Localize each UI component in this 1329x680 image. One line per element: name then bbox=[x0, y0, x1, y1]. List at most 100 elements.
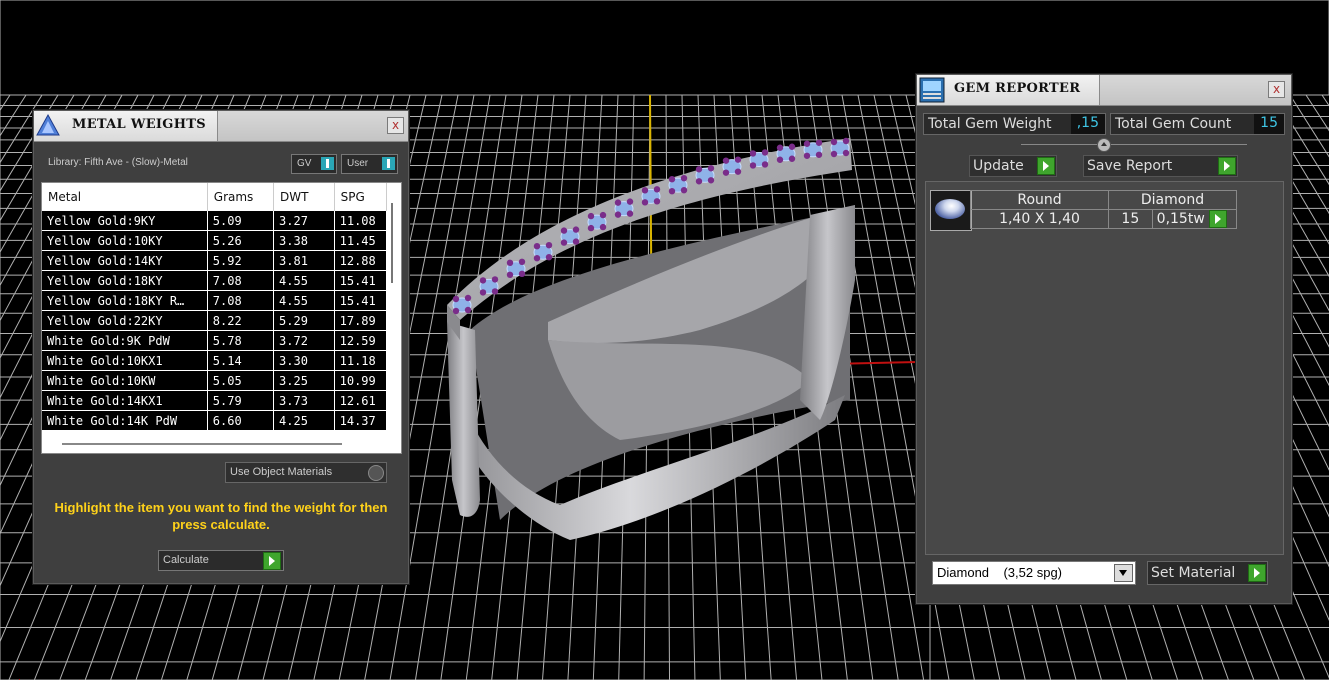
table-row[interactable]: White Gold:14K PdW 6.60 4.25 14.37 bbox=[42, 410, 388, 431]
cell-grams: 6.60 bbox=[207, 410, 275, 431]
prong bbox=[815, 151, 823, 158]
prong bbox=[749, 150, 757, 157]
cell-grams: 7.08 bbox=[207, 290, 275, 311]
cell-dwt: 3.38 bbox=[273, 230, 335, 251]
cell-dwt: 5.29 bbox=[273, 310, 335, 331]
cell-metal: Yellow Gold:18KY R… bbox=[42, 290, 208, 311]
prong bbox=[518, 270, 526, 278]
gv-toggle[interactable]: GV bbox=[291, 154, 337, 174]
total-gem-count-label: Total Gem Count bbox=[1115, 116, 1232, 132]
prong bbox=[707, 165, 715, 172]
cell-spg: 15.41 bbox=[334, 290, 388, 311]
metal-weights-close-button[interactable]: x bbox=[387, 117, 404, 134]
prong bbox=[842, 137, 850, 145]
column-header-spg[interactable]: SPG bbox=[334, 183, 388, 211]
cell-grams: 5.09 bbox=[207, 211, 275, 231]
gem-reporter-icon bbox=[919, 77, 945, 103]
prong bbox=[599, 223, 607, 231]
play-arrow-icon bbox=[1218, 157, 1236, 175]
play-arrow-icon bbox=[1209, 210, 1228, 228]
prong bbox=[545, 241, 553, 249]
cell-metal: White Gold:10KX1 bbox=[42, 350, 208, 371]
cell-spg: 12.61 bbox=[334, 390, 388, 411]
prong bbox=[452, 307, 460, 315]
gem-list[interactable]: Round Diamond 1,40 X 1,40 15 0,15tw bbox=[925, 181, 1284, 555]
gem-reporter-titlebar[interactable]: GEM REPORTER x bbox=[917, 75, 1291, 106]
prong bbox=[695, 166, 703, 173]
column-header-dwt[interactable]: DWT bbox=[273, 183, 335, 211]
table-horizontal-scrollbar[interactable] bbox=[62, 443, 342, 445]
metal-table[interactable]: Metal Grams DWT SPG Yellow Gold:9KY 5.09 3… bbox=[41, 182, 402, 454]
set-material-label: Set Material bbox=[1151, 565, 1236, 581]
material-select[interactable]: Diamond (3,52 spg) bbox=[932, 561, 1136, 585]
library-label: Library: Fifth Ave - (Slow)-Metal bbox=[48, 157, 188, 168]
svg-text:.: . bbox=[18, 672, 21, 680]
metal-weights-titlebar[interactable]: METAL WEIGHTS x bbox=[34, 111, 408, 142]
cell-dwt: 4.55 bbox=[273, 290, 335, 311]
prong bbox=[653, 198, 661, 205]
user-toggle[interactable]: User bbox=[341, 154, 398, 174]
prong bbox=[614, 211, 622, 218]
prong bbox=[803, 152, 811, 159]
prong bbox=[479, 289, 487, 296]
gem-row-table[interactable]: Round Diamond 1,40 X 1,40 15 0,15tw bbox=[970, 190, 1238, 229]
total-gem-weight-label: Total Gem Weight bbox=[928, 116, 1052, 132]
prong bbox=[668, 187, 676, 195]
user-toggle-label: User bbox=[347, 158, 369, 169]
use-object-materials-toggle[interactable]: Use Object Materials bbox=[225, 462, 387, 483]
metal-weights-panel: METAL WEIGHTS x Library: Fifth Ave - (Sl… bbox=[33, 110, 409, 584]
table-vertical-scrollbar[interactable] bbox=[391, 203, 393, 283]
cell-grams: 5.26 bbox=[207, 230, 275, 251]
cell-dwt: 3.30 bbox=[273, 350, 335, 371]
prong bbox=[491, 288, 499, 295]
table-row[interactable]: Yellow Gold:14KY 5.92 3.81 12.88 bbox=[42, 250, 388, 271]
column-header-metal[interactable]: Metal bbox=[42, 183, 208, 211]
table-row[interactable]: Yellow Gold:18KY 7.08 4.55 15.41 bbox=[42, 270, 388, 291]
round-gem-icon[interactable] bbox=[930, 190, 972, 231]
prong bbox=[761, 161, 769, 168]
gem-shape: Round bbox=[970, 190, 1109, 210]
save-report-button[interactable]: Save Report bbox=[1083, 155, 1238, 177]
prong bbox=[479, 277, 487, 284]
gem-weight-cell[interactable]: 0,15tw bbox=[1151, 209, 1238, 229]
table-row[interactable]: White Gold:9K PdW 5.78 3.72 12.59 bbox=[42, 330, 388, 351]
calculate-button[interactable]: Calculate bbox=[158, 550, 284, 571]
cell-spg: 15.41 bbox=[334, 270, 388, 291]
cell-spg: 12.88 bbox=[334, 250, 388, 271]
prong bbox=[788, 155, 796, 162]
table-row[interactable]: Yellow Gold:18KY R… 7.08 4.55 15.41 bbox=[42, 290, 388, 311]
column-header-grams[interactable]: Grams bbox=[207, 183, 275, 211]
cell-metal: White Gold:14KX1 bbox=[42, 390, 208, 411]
prong bbox=[668, 175, 676, 183]
cell-grams: 8.22 bbox=[207, 310, 275, 331]
table-row[interactable]: Yellow Gold:10KY 5.26 3.38 11.45 bbox=[42, 230, 388, 251]
cell-dwt: 4.25 bbox=[273, 410, 335, 431]
cell-grams: 5.79 bbox=[207, 390, 275, 411]
update-button[interactable]: Update bbox=[969, 155, 1057, 177]
panel-divider bbox=[1021, 144, 1247, 145]
table-row[interactable]: Yellow Gold:9KY 5.09 3.27 11.08 bbox=[42, 211, 388, 231]
prong bbox=[614, 199, 622, 206]
gem-weight: 0,15tw bbox=[1156, 211, 1205, 227]
collapse-toggle-icon[interactable] bbox=[1097, 138, 1111, 152]
cell-dwt: 4.55 bbox=[273, 270, 335, 291]
table-row[interactable]: White Gold:14KX1 5.79 3.73 12.61 bbox=[42, 390, 388, 411]
metal-weights-icon bbox=[36, 113, 60, 136]
prong bbox=[734, 168, 742, 175]
set-material-button[interactable]: Set Material bbox=[1147, 561, 1268, 585]
total-gem-count-field: Total Gem Count 15 bbox=[1110, 113, 1285, 135]
cell-metal: White Gold:14K PdW bbox=[42, 410, 208, 431]
metal-weights-title: METAL WEIGHTS bbox=[72, 117, 206, 132]
cell-spg: 11.18 bbox=[334, 350, 388, 371]
table-row[interactable]: White Gold:10KW 5.05 3.25 10.99 bbox=[42, 370, 388, 391]
prong bbox=[560, 227, 568, 234]
prong bbox=[587, 224, 595, 232]
table-row[interactable]: White Gold:10KX1 5.14 3.30 11.18 bbox=[42, 350, 388, 371]
cell-metal: Yellow Gold:14KY bbox=[42, 250, 208, 271]
gv-toggle-label: GV bbox=[297, 158, 312, 169]
table-row[interactable]: Yellow Gold:22KY 8.22 5.29 17.89 bbox=[42, 310, 388, 331]
cell-grams: 5.05 bbox=[207, 370, 275, 391]
prong bbox=[830, 138, 838, 146]
prong bbox=[518, 258, 526, 266]
gem-reporter-close-button[interactable]: x bbox=[1268, 81, 1285, 98]
